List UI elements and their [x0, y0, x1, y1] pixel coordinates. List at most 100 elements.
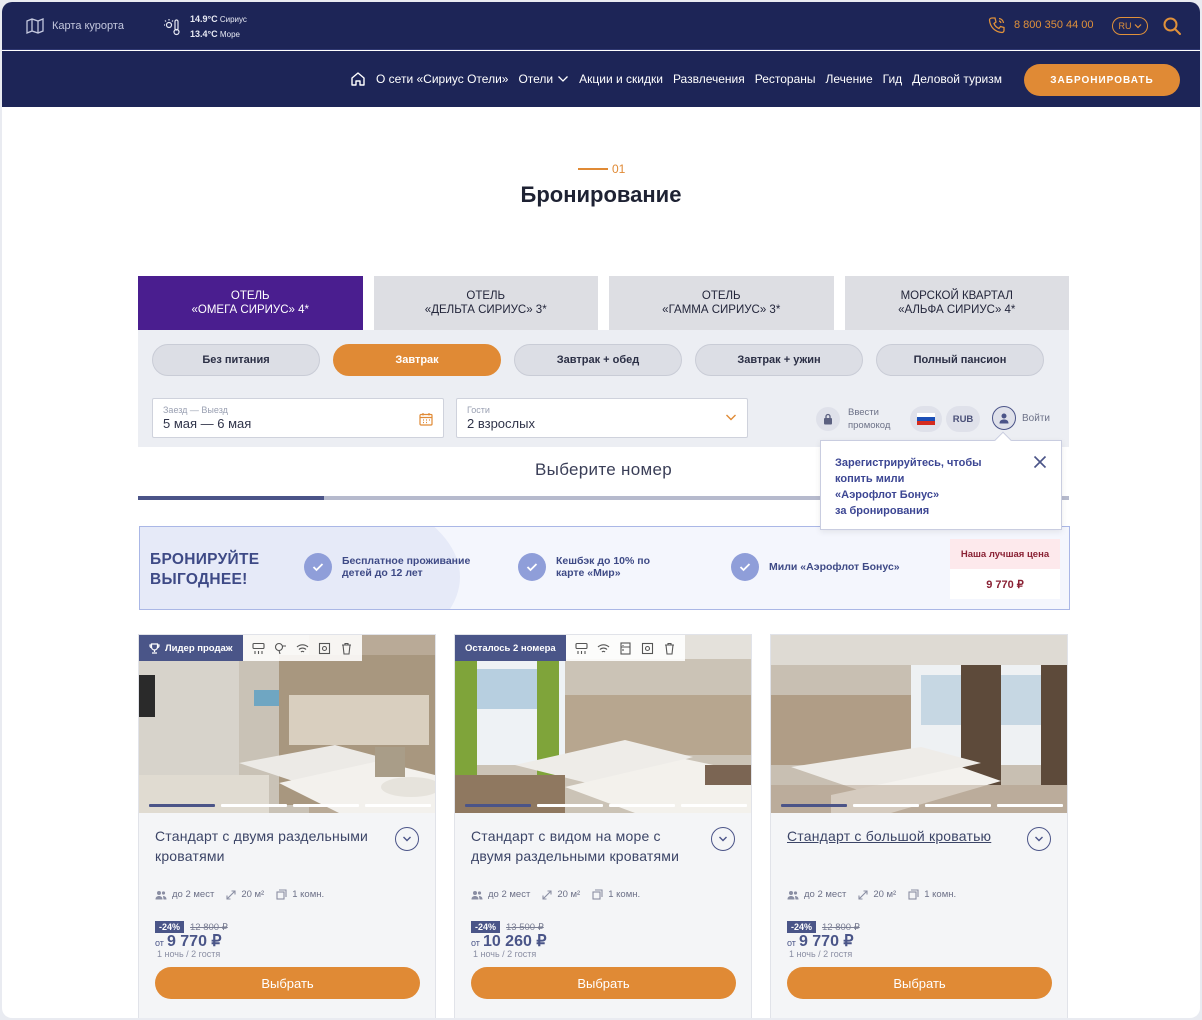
tooltip-line3: «Аэрофлот Бонус» [835, 489, 940, 501]
close-icon[interactable] [1033, 455, 1047, 469]
fridge-icon [620, 641, 631, 655]
currency-button[interactable]: RUB [946, 406, 980, 432]
country-flag-button[interactable] [910, 406, 942, 432]
room-title[interactable]: Стандарт с видом на море с двумя раздель… [471, 827, 703, 866]
login-button[interactable]: Войти [992, 406, 1050, 430]
meal-option-breakfast-dinner[interactable]: Завтрак + ужин [695, 344, 863, 376]
nav-item-business[interactable]: Деловой туризм [912, 72, 1002, 86]
tooltip-line4: за бронирования [835, 505, 930, 517]
photo-carousel-dots[interactable] [781, 804, 1063, 807]
meal-option-breakfast-lunch[interactable]: Завтрак + обед [514, 344, 682, 376]
dates-field[interactable]: Заезд — Выезд 5 мая — 6 мая [152, 398, 444, 438]
carousel-dot[interactable] [465, 804, 531, 807]
guests-field[interactable]: Гости 2 взрослых [456, 398, 748, 438]
rooms-icon [276, 889, 287, 900]
login-label: Войти [1022, 412, 1050, 424]
expand-room-button[interactable] [711, 827, 735, 851]
resort-map-link[interactable]: Карта курорта [26, 18, 124, 34]
nav-item-offers[interactable]: Акции и скидки [579, 72, 663, 86]
tooltip-line2: копить мили [835, 473, 905, 485]
check-icon [304, 553, 332, 581]
room-count: 1 комн. [292, 889, 325, 900]
chevron-down-icon [558, 76, 569, 82]
home-icon[interactable] [350, 71, 366, 87]
carousel-dot[interactable] [221, 804, 287, 807]
promo-code-link[interactable]: Ввести промокод [816, 406, 890, 432]
phone-link[interactable]: 8 800 350 44 00 [988, 16, 1094, 34]
benefits-heading-line1: БРОНИРУЙТЕ [150, 551, 260, 568]
nav-item-hotels-label: Отели [518, 72, 554, 86]
step-number: 01 [612, 162, 626, 176]
meal-option-none[interactable]: Без питания [152, 344, 320, 376]
check-icon [731, 553, 759, 581]
map-icon [26, 18, 44, 34]
benefits-heading-line2: ВЫГОДНЕЕ! [150, 571, 248, 588]
price-value: 9 770 ₽ [166, 933, 222, 950]
carousel-dot[interactable] [925, 804, 991, 807]
phone-icon [988, 17, 1005, 34]
benefit-line1: Кешбэк до 10% по [556, 555, 651, 567]
carousel-dot[interactable] [293, 804, 359, 807]
carousel-dot[interactable] [365, 804, 431, 807]
select-room-button[interactable]: Выбрать [787, 967, 1052, 999]
page: Карта курорта 14.9°C Сириус 13.4°C Море … [2, 2, 1200, 1018]
nav-item-about[interactable]: О сети «Сириус Отели» [376, 72, 508, 86]
price: от 9 770 ₽ [787, 931, 854, 951]
carousel-dot[interactable] [609, 804, 675, 807]
expand-room-button[interactable] [395, 827, 419, 851]
nav-item-entertainment[interactable]: Развлечения [673, 72, 745, 86]
select-room-button[interactable]: Выбрать [155, 967, 420, 999]
carousel-dot[interactable] [681, 804, 747, 807]
expand-room-button[interactable] [1027, 827, 1051, 851]
main-nav: О сети «Сириус Отели» Отели Акции и скид… [2, 51, 1200, 107]
hotel-tab-gamma[interactable]: ОТЕЛЬ «ГАММА СИРИУС» 3* [609, 276, 834, 330]
carousel-dot[interactable] [997, 804, 1063, 807]
photo-carousel-dots[interactable] [465, 804, 747, 807]
carousel-dot[interactable] [149, 804, 215, 807]
air-conditioner-icon [251, 642, 265, 654]
meal-option-full-board[interactable]: Полный пансион [876, 344, 1044, 376]
room-title[interactable]: Стандарт с большой кроватью [787, 827, 1033, 847]
room-count: 1 комн. [608, 889, 641, 900]
room-tag-bar: Осталось 2 номера [455, 635, 685, 661]
room-photo[interactable] [771, 635, 1067, 813]
room-photo[interactable]: Осталось 2 номера [455, 635, 751, 813]
nav-item-guide[interactable]: Гид [883, 72, 903, 86]
price-from: от [155, 938, 164, 948]
room-title[interactable]: Стандарт с двумя раздельными кроватями [155, 827, 387, 866]
page-title: Бронирование [520, 182, 682, 207]
price-note: 1 ночь / 2 гостя [157, 949, 221, 959]
price: от 10 260 ₽ [471, 931, 547, 951]
nav-item-restaurants[interactable]: Рестораны [755, 72, 816, 86]
best-price-box: Наша лучшая цена 9 770 ₽ [950, 539, 1060, 599]
room-photo[interactable]: Лидер продаж [139, 635, 435, 813]
phone-number: 8 800 350 44 00 [1014, 19, 1094, 31]
carousel-dot[interactable] [853, 804, 919, 807]
hotel-tab-line2: «АЛЬФА СИРИУС» 4* [898, 304, 1016, 316]
price-value: 10 260 ₽ [482, 933, 547, 950]
search-button[interactable] [1162, 16, 1182, 41]
room-card[interactable]: Осталось 2 номера Стандарт с видом на мо… [454, 634, 752, 1018]
weather-temp-sea: 13.4°C [190, 29, 218, 39]
room-tag-label: Лидер продаж [165, 642, 233, 654]
tooltip-line1: Зарегистрируйтесь, чтобы [835, 457, 982, 469]
book-button[interactable]: ЗАБРОНИРОВАТЬ [1024, 64, 1180, 96]
meal-option-breakfast[interactable]: Завтрак [333, 344, 501, 376]
trash-bin-icon [341, 642, 351, 655]
trash-bin-icon [664, 642, 674, 655]
hotel-tab-omega[interactable]: ОТЕЛЬ «ОМЕГА СИРИУС» 4* [138, 276, 363, 330]
select-room-button[interactable]: Выбрать [471, 967, 736, 999]
room-card[interactable]: Лидер продаж Стандарт с двумя раздельным… [138, 634, 436, 1018]
carousel-dot[interactable] [537, 804, 603, 807]
safe-icon [318, 642, 330, 654]
language-select[interactable]: RU [1112, 17, 1148, 35]
hotel-tab-alpha[interactable]: МОРСКОЙ КВАРТАЛ «АЛЬФА СИРИУС» 4* [844, 276, 1069, 330]
nav-item-hotels[interactable]: Отели [518, 72, 569, 86]
carousel-dot[interactable] [781, 804, 847, 807]
room-tag: Осталось 2 номера [455, 635, 566, 661]
room-card[interactable]: Стандарт с большой кроватью до 2 мест 20… [770, 634, 1068, 1018]
nav-item-treatment[interactable]: Лечение [826, 72, 873, 86]
hotel-tab-line1: ОТЕЛЬ [466, 290, 506, 302]
hotel-tab-delta[interactable]: ОТЕЛЬ «ДЕЛЬТА СИРИУС» 3* [373, 276, 598, 330]
photo-carousel-dots[interactable] [149, 804, 431, 807]
